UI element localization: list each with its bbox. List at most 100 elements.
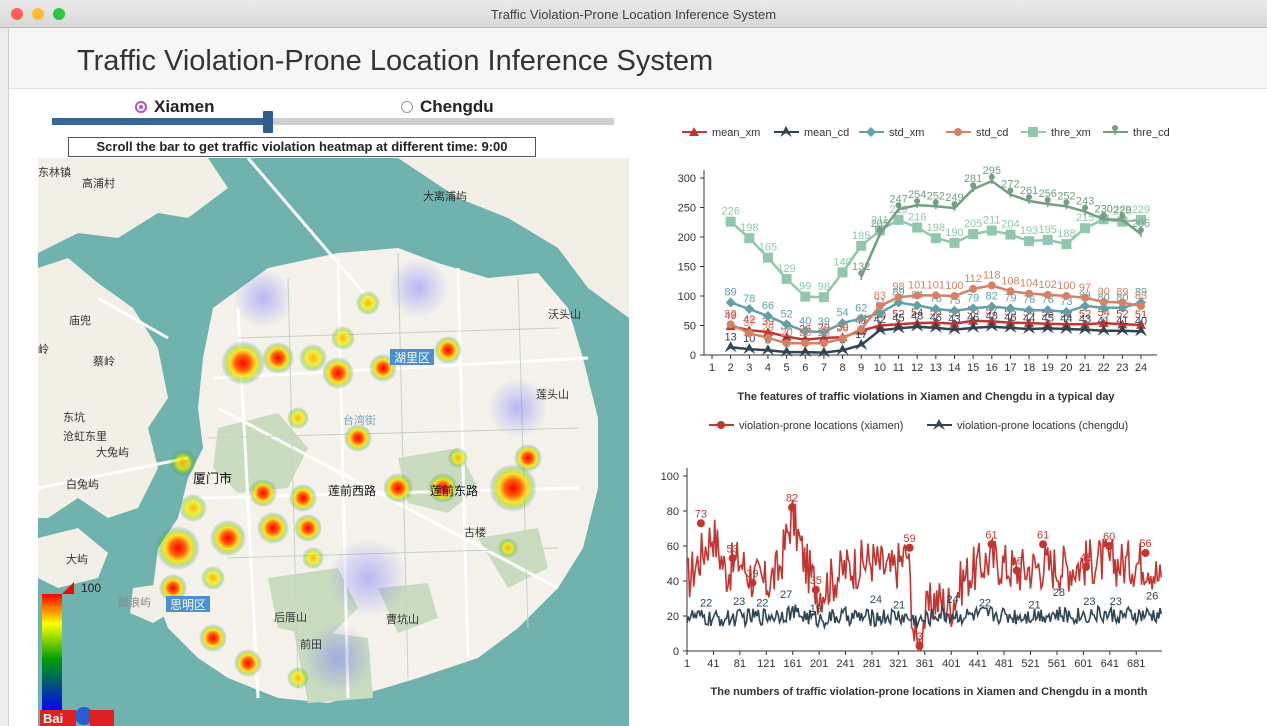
chart-title: The features of traffic violations in Xi… bbox=[737, 391, 1115, 403]
data-label: 23 bbox=[733, 596, 745, 608]
data-label: 211 bbox=[983, 215, 1001, 227]
x-tick-label: 281 bbox=[863, 658, 881, 670]
y-tick-label: 50 bbox=[684, 321, 696, 333]
x-tick-label: 15 bbox=[967, 362, 979, 374]
data-point bbox=[1141, 549, 1150, 557]
data-label: 129 bbox=[777, 263, 795, 275]
data-label: 35 bbox=[810, 575, 822, 587]
data-point bbox=[811, 585, 820, 594]
data-label: 41 bbox=[1098, 315, 1110, 327]
x-tick-label: 22 bbox=[1098, 362, 1110, 374]
x-tick-label: 481 bbox=[995, 658, 1013, 670]
data-label: 61 bbox=[985, 529, 997, 541]
data-point bbox=[725, 216, 736, 227]
data-point bbox=[1099, 297, 1108, 306]
data-label: 45 bbox=[892, 312, 904, 324]
data-label: 193 bbox=[1020, 225, 1038, 237]
data-label: 90 bbox=[1098, 286, 1110, 298]
x-tick-label: 13 bbox=[930, 362, 942, 374]
monthly-locations-chart: violation-prone locations (xiamen) violat… bbox=[661, 419, 1163, 698]
data-label: 48 bbox=[986, 311, 998, 323]
data-point bbox=[1012, 566, 1021, 575]
data-label: 46 bbox=[1004, 312, 1016, 324]
data-label: 39 bbox=[818, 316, 830, 328]
data-point bbox=[1006, 287, 1015, 296]
data-point bbox=[744, 233, 755, 244]
data-point bbox=[1082, 563, 1091, 571]
data-point bbox=[1081, 293, 1090, 302]
data-label: 52 bbox=[780, 308, 792, 320]
data-label: 100 bbox=[945, 280, 963, 292]
data-label: 295 bbox=[983, 165, 1001, 177]
data-point bbox=[728, 554, 737, 563]
y-tick-label: 60 bbox=[667, 541, 679, 553]
data-point bbox=[856, 240, 867, 251]
data-label: 21 bbox=[1028, 599, 1040, 611]
data-label: 3 bbox=[916, 631, 922, 643]
data-label: 108 bbox=[1001, 275, 1019, 287]
data-label: 198 bbox=[740, 222, 758, 234]
data-label: 98 bbox=[892, 281, 904, 293]
y-tick-label: 250 bbox=[678, 203, 696, 215]
data-point bbox=[987, 281, 996, 290]
data-label: 188 bbox=[1057, 228, 1075, 240]
data-point bbox=[894, 293, 903, 302]
legend-marker bbox=[1028, 127, 1038, 137]
x-tick-label: 2 bbox=[728, 362, 734, 374]
data-label: 19 bbox=[810, 603, 822, 615]
data-point bbox=[1061, 239, 1072, 250]
data-point bbox=[782, 339, 791, 348]
data-point bbox=[1105, 542, 1114, 550]
data-label: 83 bbox=[874, 290, 886, 302]
data-label: 247 bbox=[889, 193, 907, 205]
data-label: 39 bbox=[746, 568, 758, 580]
data-label: 204 bbox=[1001, 219, 1019, 231]
y-tick-label: 100 bbox=[661, 471, 679, 483]
data-point bbox=[781, 273, 792, 284]
legend-marker bbox=[954, 128, 962, 136]
data-label: 100 bbox=[1057, 280, 1075, 292]
data-label: 198 bbox=[927, 222, 945, 234]
x-tick-label: 5 bbox=[784, 362, 790, 374]
data-label: 22 bbox=[756, 598, 768, 610]
data-point bbox=[1137, 302, 1145, 311]
legend-label: thre_cd bbox=[1133, 127, 1170, 139]
y-tick-label: 150 bbox=[678, 262, 696, 274]
data-point bbox=[968, 229, 979, 240]
x-tick-label: 16 bbox=[986, 362, 998, 374]
data-label: 20 bbox=[780, 327, 792, 339]
data-label: 78 bbox=[743, 293, 755, 305]
data-label: 99 bbox=[799, 281, 811, 293]
data-label: 102 bbox=[1039, 279, 1057, 291]
legend-label: violation-prone locations (chengdu) bbox=[957, 420, 1128, 432]
data-point bbox=[819, 339, 828, 348]
data-label: 26 bbox=[1146, 591, 1158, 603]
legend-label: mean_xm bbox=[712, 127, 760, 139]
data-point bbox=[1024, 236, 1035, 247]
data-point bbox=[915, 641, 924, 650]
data-point bbox=[763, 333, 772, 342]
data-label: 43 bbox=[1079, 314, 1091, 326]
legend-label: std_xm bbox=[889, 127, 924, 139]
y-tick-label: 40 bbox=[667, 576, 679, 588]
data-label: 79 bbox=[967, 292, 979, 304]
data-label: 205 bbox=[964, 218, 982, 230]
data-label: 66 bbox=[762, 300, 774, 312]
data-label: 89 bbox=[725, 286, 737, 298]
data-label: 97 bbox=[1079, 282, 1091, 294]
data-point bbox=[800, 291, 811, 302]
x-tick-label: 14 bbox=[948, 362, 960, 374]
data-label: 29 bbox=[762, 322, 774, 334]
data-point bbox=[725, 297, 736, 308]
data-label: 56 bbox=[1139, 538, 1151, 550]
data-point bbox=[726, 320, 735, 329]
data-label: 21 bbox=[893, 599, 905, 611]
x-tick-label: 7 bbox=[821, 362, 827, 374]
data-point bbox=[838, 334, 847, 343]
app-page: Traffic Violation-Prone Location Inferen… bbox=[8, 28, 1267, 726]
data-point bbox=[745, 329, 754, 338]
data-label: 249 bbox=[945, 192, 963, 204]
charts-area: mean_xm mean_cd std_xm std_cd thre_xm thre_cd… bbox=[661, 125, 1170, 698]
data-point bbox=[950, 292, 959, 300]
x-tick-label: 1 bbox=[709, 362, 715, 374]
